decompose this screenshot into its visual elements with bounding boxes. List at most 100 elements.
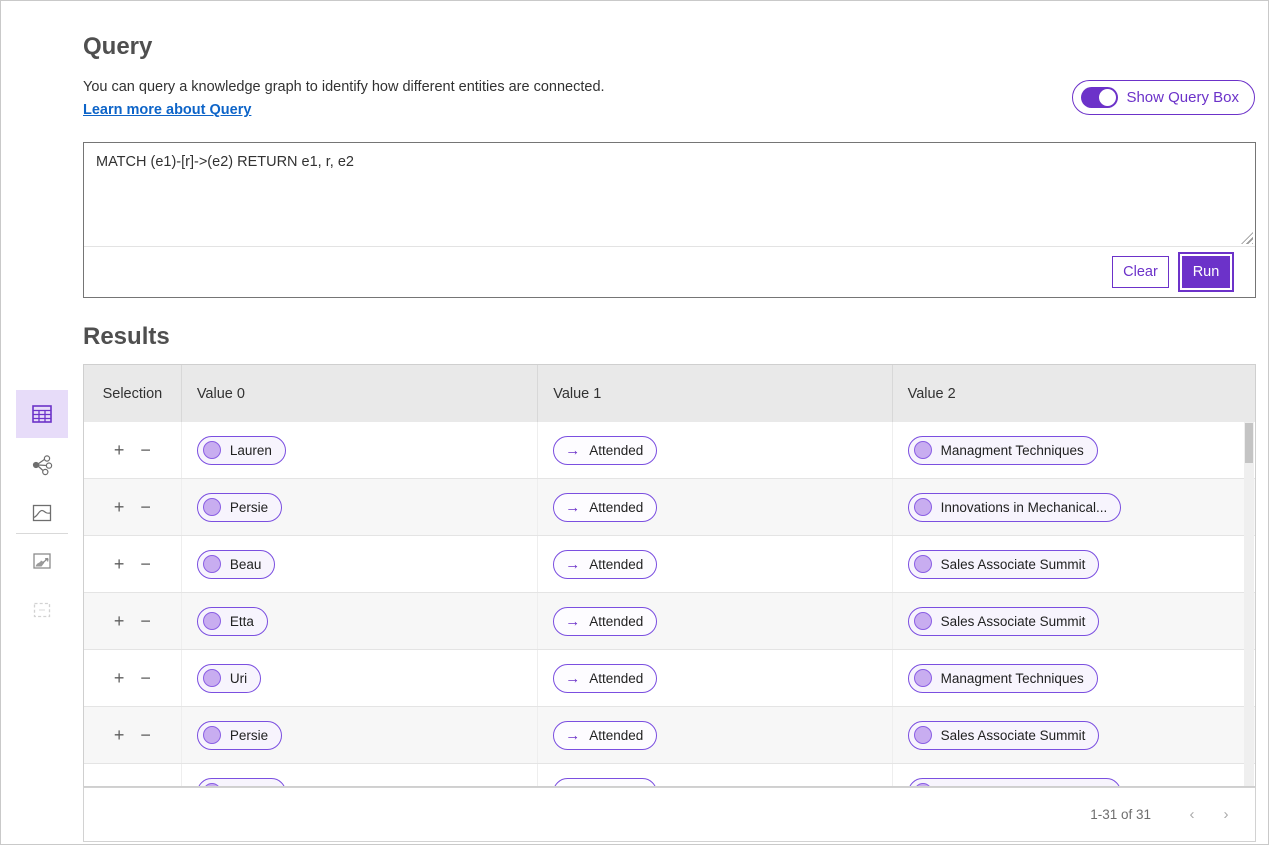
table-view-button[interactable] bbox=[16, 390, 68, 438]
entity-pill[interactable]: Innovations in Mechanical... bbox=[908, 778, 1122, 788]
table-icon bbox=[30, 402, 54, 426]
entity-pill[interactable]: Uri bbox=[197, 664, 261, 693]
value2-cell: Managment Techniques bbox=[893, 650, 1255, 706]
add-to-selection-button[interactable]: + bbox=[114, 555, 125, 573]
value0-cell: Persie bbox=[182, 707, 538, 763]
table-row: + − Etta → Attended Sales Associate Summ… bbox=[84, 593, 1255, 650]
entity-node-icon bbox=[914, 612, 932, 630]
entity-pill[interactable]: Beau bbox=[197, 550, 276, 579]
relationship-pill[interactable]: → Attended bbox=[553, 607, 657, 636]
toggle-label: Show Query Box bbox=[1126, 89, 1239, 106]
relationship-pill[interactable]: → Attended bbox=[553, 778, 657, 788]
run-button[interactable]: Run bbox=[1182, 256, 1230, 288]
entity-node-icon bbox=[914, 555, 932, 573]
relationship-pill[interactable]: → Attended bbox=[553, 664, 657, 693]
entity-node-icon bbox=[914, 669, 932, 687]
value0-cell: Lauren bbox=[182, 422, 538, 478]
remove-from-selection-button[interactable]: − bbox=[140, 555, 151, 573]
value2-cell: Innovations in Mechanical... bbox=[893, 764, 1255, 787]
map-icon bbox=[30, 501, 54, 525]
scrollbar-thumb[interactable] bbox=[1245, 423, 1253, 463]
remove-from-selection-button[interactable]: − bbox=[140, 498, 151, 516]
next-page-button[interactable]: › bbox=[1215, 806, 1237, 823]
entity-pill[interactable]: Lauren bbox=[197, 778, 286, 788]
remove-from-selection-button[interactable]: − bbox=[140, 441, 151, 459]
results-title: Results bbox=[83, 323, 170, 351]
entity-pill[interactable]: Lauren bbox=[197, 436, 286, 465]
results-table: Selection Value 0 Value 1 Value 2 + − La… bbox=[83, 364, 1256, 787]
previous-page-button[interactable]: ‹ bbox=[1181, 806, 1203, 823]
table-row: + − Persie → Attended Innovations in Mec… bbox=[84, 479, 1255, 536]
entity-node-icon bbox=[203, 669, 221, 687]
selection-view-button-disabled bbox=[16, 586, 68, 634]
entity-node-icon bbox=[203, 612, 221, 630]
add-results-to-map-button[interactable] bbox=[16, 537, 68, 585]
add-to-selection-button[interactable]: + bbox=[114, 498, 125, 516]
add-to-selection-button[interactable]: + bbox=[114, 669, 125, 687]
entity-label: Sales Associate Summit bbox=[941, 557, 1086, 572]
map-add-icon bbox=[30, 549, 54, 573]
entity-node-icon bbox=[203, 726, 221, 744]
add-to-selection-button[interactable]: + bbox=[114, 441, 125, 459]
value1-cell: → Attended bbox=[538, 707, 892, 763]
clear-button[interactable]: Clear bbox=[1112, 256, 1169, 288]
query-page: Query You can query a knowledge graph to… bbox=[0, 0, 1269, 845]
entity-pill[interactable]: Etta bbox=[197, 607, 268, 636]
table-row: + − Persie → Attended Sales Associate Su… bbox=[84, 707, 1255, 764]
entity-pill[interactable]: Managment Techniques bbox=[908, 664, 1098, 693]
map-view-button[interactable] bbox=[16, 489, 68, 537]
arrow-right-icon: → bbox=[565, 613, 580, 630]
table-scrollbar[interactable] bbox=[1244, 422, 1254, 786]
add-to-selection-button[interactable]: + bbox=[114, 726, 125, 744]
value1-cell: → Attended bbox=[538, 593, 892, 649]
learn-more-link[interactable]: Learn more about Query bbox=[83, 102, 251, 118]
entity-label: Lauren bbox=[230, 443, 272, 458]
entity-pill[interactable]: Sales Associate Summit bbox=[908, 550, 1100, 579]
value0-cell: Beau bbox=[182, 536, 538, 592]
toggle-switch-icon[interactable] bbox=[1081, 87, 1118, 108]
arrow-right-icon: → bbox=[565, 442, 580, 459]
value0-cell: Etta bbox=[182, 593, 538, 649]
entity-pill[interactable]: Innovations in Mechanical... bbox=[908, 493, 1122, 522]
selection-cell: + − bbox=[84, 764, 182, 787]
remove-from-selection-button[interactable]: − bbox=[140, 669, 151, 687]
arrow-right-icon: → bbox=[565, 499, 580, 516]
table-row: + − Uri → Attended Managment Techniques bbox=[84, 650, 1255, 707]
table-body: + − Lauren → Attended Managment Techniqu… bbox=[84, 422, 1255, 787]
table-row: + − Lauren → Attended Innovations in Mec… bbox=[84, 764, 1255, 787]
remove-from-selection-button[interactable]: − bbox=[140, 726, 151, 744]
entity-pill[interactable]: Persie bbox=[197, 493, 282, 522]
column-header-value0: Value 0 bbox=[182, 365, 538, 422]
add-to-selection-button[interactable]: + bbox=[114, 612, 125, 630]
value0-cell: Lauren bbox=[182, 764, 538, 787]
entity-pill[interactable]: Persie bbox=[197, 721, 282, 750]
entity-pill[interactable]: Sales Associate Summit bbox=[908, 721, 1100, 750]
link-chart-view-button[interactable] bbox=[16, 441, 68, 489]
relationship-pill[interactable]: → Attended bbox=[553, 493, 657, 522]
relationship-label: Attended bbox=[589, 500, 643, 515]
query-textarea-wrapper: MATCH (e1)-[r]->(e2) RETURN e1, r, e2 bbox=[84, 143, 1255, 247]
show-query-box-toggle[interactable]: Show Query Box bbox=[1072, 80, 1255, 115]
column-header-value1: Value 1 bbox=[538, 365, 892, 422]
entity-label: Managment Techniques bbox=[941, 443, 1084, 458]
query-input[interactable]: MATCH (e1)-[r]->(e2) RETURN e1, r, e2 bbox=[84, 143, 1255, 246]
value1-cell: → Attended bbox=[538, 479, 892, 535]
entity-label: Uri bbox=[230, 671, 247, 686]
entity-label: Managment Techniques bbox=[941, 671, 1084, 686]
dashed-square-icon bbox=[30, 598, 54, 622]
toggle-knob bbox=[1099, 89, 1116, 106]
value1-cell: → Attended bbox=[538, 764, 892, 787]
entity-pill[interactable]: Sales Associate Summit bbox=[908, 607, 1100, 636]
entity-pill[interactable]: Managment Techniques bbox=[908, 436, 1098, 465]
relationship-label: Attended bbox=[589, 728, 643, 743]
relationship-pill[interactable]: → Attended bbox=[553, 436, 657, 465]
pagination-bar: 1-31 of 31 ‹ › bbox=[83, 787, 1256, 842]
relationship-pill[interactable]: → Attended bbox=[553, 550, 657, 579]
relationship-label: Attended bbox=[589, 614, 643, 629]
arrow-right-icon: → bbox=[565, 670, 580, 687]
page-description: You can query a knowledge graph to ident… bbox=[83, 79, 605, 95]
relationship-pill[interactable]: → Attended bbox=[553, 721, 657, 750]
entity-label: Persie bbox=[230, 728, 268, 743]
remove-from-selection-button[interactable]: − bbox=[140, 612, 151, 630]
entity-label: Innovations in Mechanical... bbox=[941, 500, 1108, 515]
